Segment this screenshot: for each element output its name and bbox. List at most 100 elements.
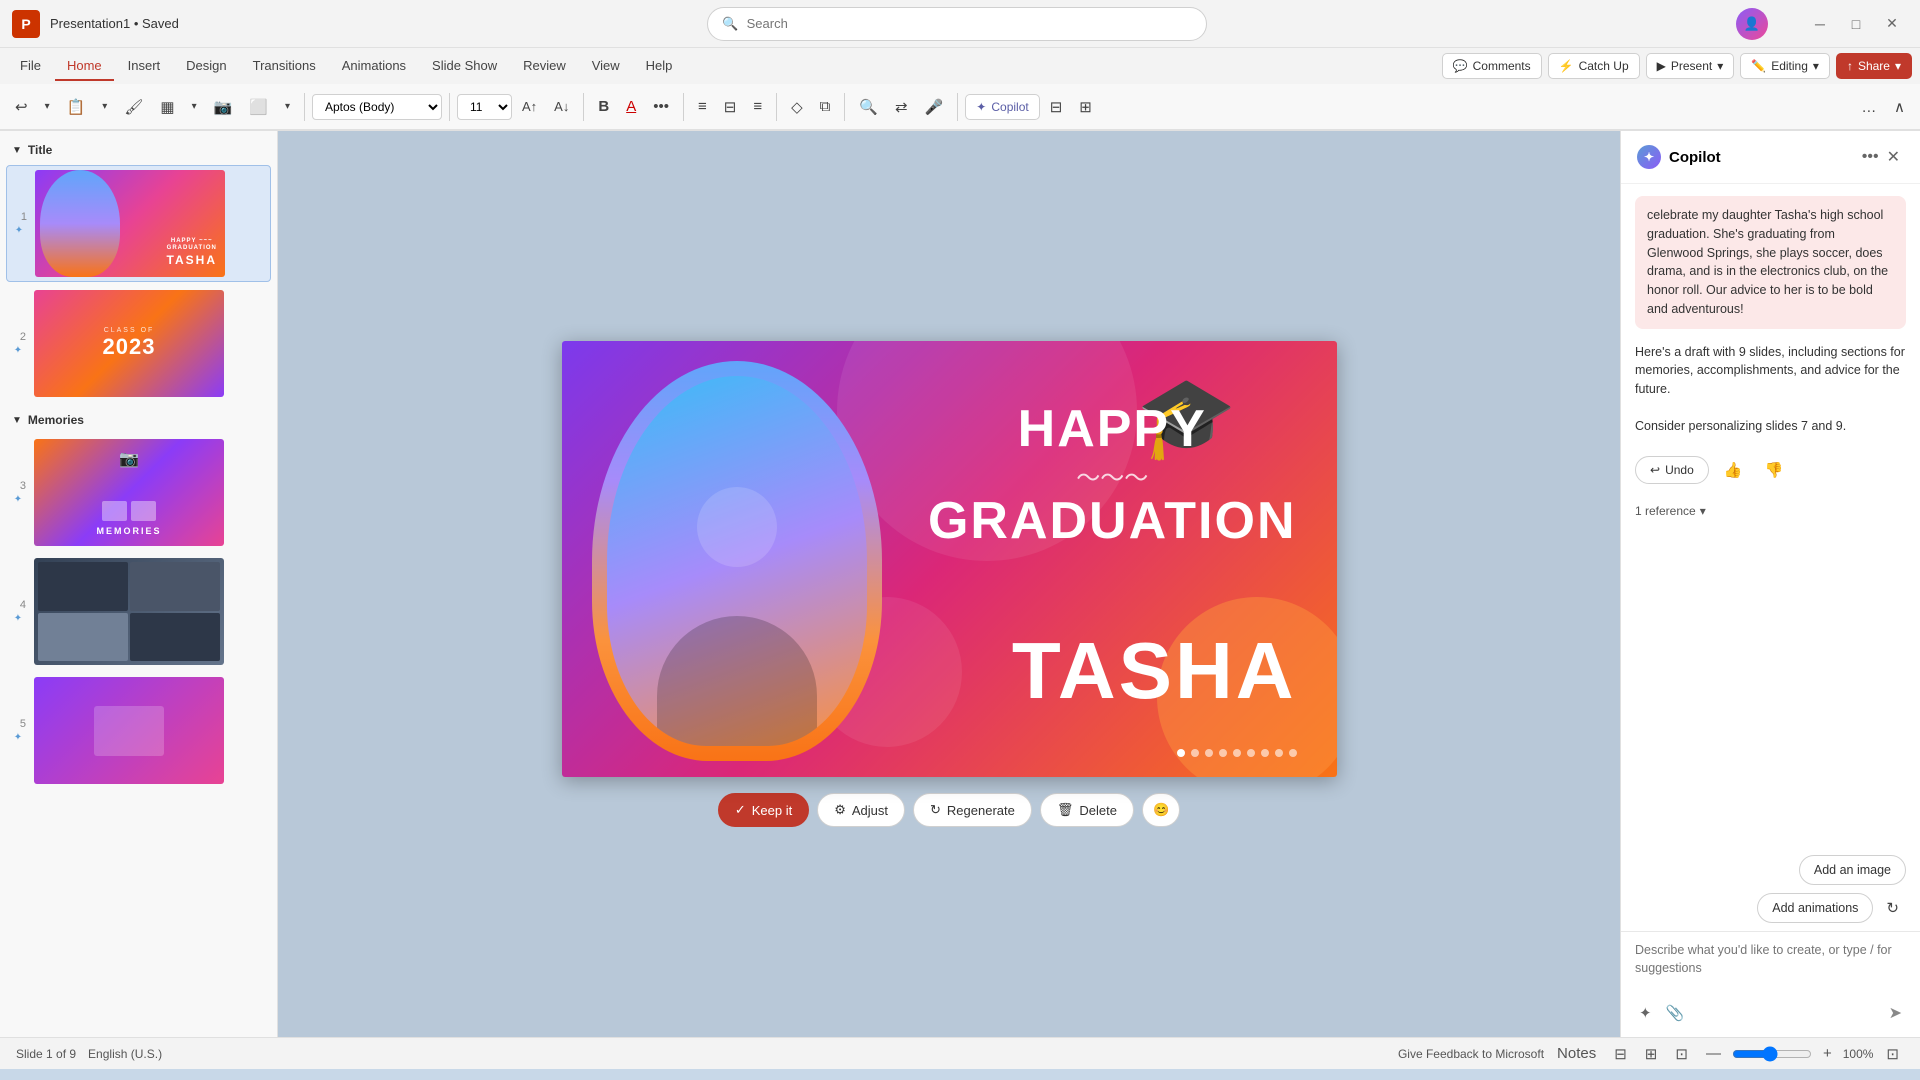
- copilot-input[interactable]: [1635, 942, 1906, 992]
- more-options[interactable]: •••: [646, 93, 676, 120]
- slide-thumb-5[interactable]: 5 ✦: [6, 673, 271, 788]
- share-button[interactable]: ↑ Share ▾: [1836, 53, 1912, 79]
- copilot-personalize: Consider personalizing slides 7 and 9.: [1635, 413, 1906, 440]
- copilot-logo-icon: ✦: [1637, 145, 1661, 169]
- ribbon-toolbar: ↩ ▾ 📋 ▾ 🖌 ▦ ▾ 📷 ⬜ ▾ Aptos (Body) 11 A↑ A…: [0, 84, 1920, 130]
- dictate-button[interactable]: 🎤: [918, 93, 951, 121]
- tab-animations[interactable]: Animations: [330, 52, 418, 81]
- tab-view[interactable]: View: [580, 52, 632, 81]
- paste-dropdown[interactable]: ▾: [95, 96, 114, 117]
- slide-view-btn[interactable]: ⊟: [1043, 93, 1070, 121]
- shapes-gallery[interactable]: ◇: [784, 93, 810, 121]
- copilot-button[interactable]: ✦ Copilot: [965, 94, 1039, 120]
- notes-button[interactable]: Notes: [1552, 1042, 1601, 1065]
- copilot-more-button[interactable]: •••: [1858, 144, 1883, 170]
- editing-button[interactable]: ✏️ Editing ▾: [1740, 53, 1830, 79]
- present-button[interactable]: ▶ Present ▾: [1646, 53, 1735, 79]
- zoom-out-button[interactable]: —: [1701, 1042, 1726, 1065]
- regenerate-button[interactable]: ↻ Regenerate: [913, 793, 1032, 827]
- minimize-button[interactable]: ─: [1804, 10, 1836, 38]
- increase-font-button[interactable]: A↑: [515, 94, 544, 119]
- emoji-reaction-button[interactable]: 😊: [1142, 793, 1180, 827]
- comments-button[interactable]: 💬 Comments: [1442, 53, 1542, 79]
- layout-button[interactable]: ▦: [153, 93, 181, 121]
- copilot-send-button[interactable]: ➤: [1885, 999, 1906, 1027]
- font-selector[interactable]: Aptos (Body): [312, 94, 442, 120]
- find-button[interactable]: 🔍: [852, 93, 885, 121]
- add-animations-button[interactable]: Add animations: [1757, 893, 1873, 923]
- undo-button[interactable]: ↩: [8, 93, 35, 121]
- font-color-button[interactable]: A: [619, 93, 643, 120]
- font-size-selector[interactable]: 11: [457, 94, 512, 120]
- catchup-icon: ⚡: [1559, 59, 1574, 73]
- dot-6: [1247, 749, 1255, 757]
- reading-view-button[interactable]: ⊡: [1670, 1042, 1693, 1066]
- screenshot-button[interactable]: 📷: [207, 93, 240, 121]
- section-title[interactable]: ▼ Title: [6, 139, 271, 161]
- catchup-button[interactable]: ⚡ Catch Up: [1548, 53, 1640, 79]
- undo-dropdown[interactable]: ▾: [38, 96, 57, 117]
- tab-home[interactable]: Home: [55, 52, 114, 81]
- search-icon: 🔍: [722, 16, 738, 32]
- maximize-button[interactable]: □: [1840, 10, 1872, 38]
- slide-sorter-button[interactable]: ⊞: [1640, 1042, 1663, 1066]
- thumbs-up-button[interactable]: 👍: [1717, 456, 1750, 484]
- thumbs-down-button[interactable]: 👎: [1757, 456, 1790, 484]
- tab-file[interactable]: File: [8, 52, 53, 81]
- slide-thumb-2[interactable]: 2 ✦ CLASS OF 2023: [6, 286, 271, 401]
- feedback-link[interactable]: Give Feedback to Microsoft: [1398, 1047, 1544, 1061]
- reference-row[interactable]: 1 reference ▾: [1635, 500, 1906, 522]
- ribbon-more-btn[interactable]: …: [1854, 94, 1883, 121]
- shape-dropdown[interactable]: ▾: [278, 96, 297, 117]
- copilot-title: Copilot: [1669, 149, 1858, 166]
- bullets-button[interactable]: ≡: [691, 93, 714, 120]
- copilot-input-actions: ✦ 📎 ➤: [1635, 999, 1906, 1027]
- tab-slideshow[interactable]: Slide Show: [420, 52, 509, 81]
- slide-thumb-4[interactable]: 4 ✦: [6, 554, 271, 669]
- paste-button[interactable]: 📋: [60, 93, 93, 121]
- copilot-messages: celebrate my daughter Tasha's high schoo…: [1621, 184, 1920, 847]
- slide-img-4: [34, 558, 224, 665]
- slide-num-4: 4: [10, 599, 26, 611]
- search-input[interactable]: [747, 16, 1193, 31]
- decrease-font-button[interactable]: A↓: [547, 94, 576, 119]
- ribbon-collapse-btn[interactable]: ∧: [1887, 93, 1912, 121]
- tab-help[interactable]: Help: [634, 52, 685, 81]
- grid-view-btn[interactable]: ⊞: [1072, 93, 1099, 121]
- copilot-sparkle-icon[interactable]: ✦: [1635, 1000, 1656, 1026]
- tab-design[interactable]: Design: [174, 52, 238, 81]
- adjust-button[interactable]: ⚙ Adjust: [817, 793, 905, 827]
- slide-thumb-1[interactable]: 1 ✦ HAPPY ~~~ GRADUATION TASHA: [6, 165, 271, 282]
- section-memories[interactable]: ▼ Memories: [6, 409, 271, 431]
- zoom-in-button[interactable]: +: [1818, 1042, 1837, 1065]
- slide-canvas[interactable]: 🎓 HAPPY 〜〜〜 GRADUATION TASHA: [562, 341, 1337, 777]
- tab-review[interactable]: Review: [511, 52, 578, 81]
- dot-4: [1219, 749, 1227, 757]
- delete-button[interactable]: 🗑 Delete: [1040, 793, 1134, 827]
- slide-thumb-3[interactable]: 3 ✦ 📷 MEMORIES: [6, 435, 271, 550]
- fit-window-button[interactable]: ⊡: [1881, 1042, 1904, 1066]
- shape-button[interactable]: ⬜: [242, 93, 275, 121]
- search-box[interactable]: 🔍: [707, 7, 1207, 41]
- replace-button[interactable]: ⇄: [888, 93, 915, 121]
- arrange-button[interactable]: ⧉: [813, 93, 838, 120]
- add-image-button[interactable]: Add an image: [1799, 855, 1906, 885]
- align-button[interactable]: ≡: [746, 93, 769, 120]
- canvas-area: 🎓 HAPPY 〜〜〜 GRADUATION TASHA: [278, 131, 1620, 1037]
- keep-button[interactable]: ✓ Keep it: [718, 793, 809, 827]
- refresh-suggestions-button[interactable]: ↻: [1879, 894, 1906, 922]
- format-painter[interactable]: 🖌: [117, 93, 150, 121]
- delete-icon: 🗑: [1057, 802, 1074, 818]
- undo-button-copilot[interactable]: ↩ Undo: [1635, 456, 1709, 484]
- adjust-icon: ⚙: [834, 802, 846, 818]
- bold-button[interactable]: B: [591, 93, 616, 120]
- tab-insert[interactable]: Insert: [116, 52, 173, 81]
- layout-dropdown[interactable]: ▾: [185, 96, 204, 117]
- normal-view-button[interactable]: ⊟: [1609, 1042, 1632, 1066]
- copilot-close-button[interactable]: ✕: [1883, 143, 1904, 171]
- tab-transitions[interactable]: Transitions: [241, 52, 328, 81]
- numbered-list-button[interactable]: ⊟: [717, 93, 744, 121]
- copilot-attach-button[interactable]: 📎: [1662, 1000, 1689, 1026]
- zoom-slider[interactable]: [1732, 1046, 1812, 1062]
- close-button[interactable]: ✕: [1876, 10, 1908, 38]
